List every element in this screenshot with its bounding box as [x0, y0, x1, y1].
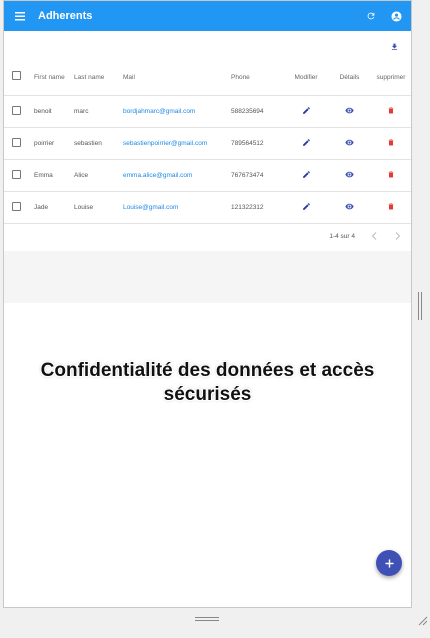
- row-select-cell: [4, 127, 34, 160]
- resize-grip-icon[interactable]: [416, 613, 428, 626]
- scrollbar-handle[interactable]: [418, 292, 423, 320]
- table-row[interactable]: poirrier sebastien sebastienpoirrier@gma…: [4, 127, 411, 160]
- header-phone[interactable]: Phone: [231, 61, 284, 96]
- cell-first-name: Jade: [34, 191, 74, 224]
- cell-mail[interactable]: bordjahmarc@gmail.com: [123, 95, 231, 128]
- edit-icon[interactable]: [300, 137, 312, 149]
- table-pagination: 1-4 sur 4: [4, 223, 411, 251]
- device-frame: Adherents First name Last name Mail Phon…: [0, 0, 430, 638]
- select-all-cell: [4, 61, 34, 96]
- download-icon[interactable]: [387, 40, 401, 54]
- content-band: [4, 251, 411, 303]
- row-select-cell: [4, 191, 34, 224]
- row-select-cell: [4, 95, 34, 128]
- select-all-checkbox[interactable]: [12, 71, 21, 81]
- page-title: Adherents: [38, 10, 93, 22]
- app-window: Adherents First name Last name Mail Phon…: [3, 0, 412, 608]
- row-checkbox[interactable]: [12, 201, 21, 211]
- cell-last-name: sebastien: [74, 127, 123, 160]
- eye-icon[interactable]: [344, 201, 356, 213]
- cell-phone: 588235694: [231, 95, 284, 128]
- cell-first-name: benoit: [34, 95, 74, 128]
- eye-icon[interactable]: [344, 137, 356, 149]
- cell-mail[interactable]: Louise@gmail.com: [123, 191, 231, 224]
- header-details: Détails: [328, 61, 371, 96]
- caption-line-2: sécurisés: [163, 384, 252, 405]
- eye-icon[interactable]: [344, 105, 356, 117]
- cell-phone: 767673474: [231, 159, 284, 192]
- eye-icon[interactable]: [344, 169, 356, 181]
- table-header-row: First name Last name Mail Phone Modifier…: [4, 61, 411, 96]
- cell-last-name: Louise: [74, 191, 123, 224]
- edit-icon[interactable]: [300, 169, 312, 181]
- header-last-name[interactable]: Last name: [74, 61, 123, 96]
- bottom-drag-handle[interactable]: [195, 617, 219, 623]
- header-modify: Modifier: [284, 61, 328, 96]
- cell-mail[interactable]: sebastienpoirrier@gmail.com: [123, 127, 231, 160]
- caption-line-1: Confidentialité des données et accès: [40, 360, 375, 381]
- refresh-icon[interactable]: [361, 1, 381, 31]
- row-checkbox[interactable]: [12, 137, 21, 147]
- row-select-cell: [4, 159, 34, 192]
- table-toolbar: [4, 35, 411, 59]
- chevron-right-icon[interactable]: [393, 231, 403, 241]
- cell-mail[interactable]: emma.alice@gmail.com: [123, 159, 231, 192]
- delete-icon[interactable]: [385, 137, 397, 149]
- cell-first-name: poirrier: [34, 127, 74, 160]
- adherents-table: First name Last name Mail Phone Modifier…: [4, 61, 411, 224]
- plus-icon: [384, 558, 394, 568]
- chevron-left-icon[interactable]: [369, 231, 379, 241]
- header-delete: supprimer: [371, 61, 411, 96]
- cell-phone: 121322312: [231, 191, 284, 224]
- delete-icon[interactable]: [385, 105, 397, 117]
- delete-icon[interactable]: [385, 169, 397, 181]
- overlay-caption: Confidentialité des données et accès séc…: [4, 359, 411, 407]
- edit-icon[interactable]: [300, 105, 312, 117]
- row-checkbox[interactable]: [12, 105, 21, 115]
- header-first-name[interactable]: First name: [34, 61, 74, 96]
- table-row[interactable]: Jade Louise Louise@gmail.com 121322312: [4, 191, 411, 224]
- header-mail[interactable]: Mail: [123, 61, 231, 96]
- menu-icon[interactable]: [4, 1, 36, 31]
- app-bar: Adherents: [4, 1, 411, 31]
- table-row[interactable]: Emma Alice emma.alice@gmail.com 76767347…: [4, 159, 411, 192]
- pagination-range: 1-4 sur 4: [329, 233, 355, 240]
- cell-last-name: Alice: [74, 159, 123, 192]
- add-button[interactable]: [376, 550, 402, 576]
- row-checkbox[interactable]: [12, 169, 21, 179]
- table-row[interactable]: benoit marc bordjahmarc@gmail.com 588235…: [4, 95, 411, 128]
- delete-icon[interactable]: [385, 201, 397, 213]
- cell-last-name: marc: [74, 95, 123, 128]
- cell-phone: 789564512: [231, 127, 284, 160]
- account-circle-icon[interactable]: [386, 1, 406, 31]
- cell-first-name: Emma: [34, 159, 74, 192]
- edit-icon[interactable]: [300, 201, 312, 213]
